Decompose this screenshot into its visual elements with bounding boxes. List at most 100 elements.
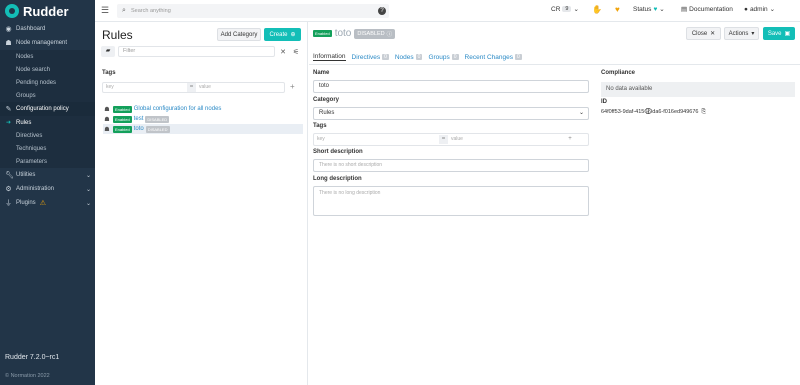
sidebar-item-plugins[interactable]: ⏚ Plugins ⚠ ⌄ [0, 196, 95, 210]
sidebar-sub-directives[interactable]: Directives [0, 129, 95, 142]
tab-recent-changes[interactable]: Recent Changes 0 [465, 54, 522, 61]
sitemap-icon: ☗ [104, 106, 110, 113]
actions-button[interactable]: Actions ▾ [724, 27, 759, 40]
chevron-down-icon: ⌄ [578, 110, 584, 116]
tag-value-input[interactable]: value [196, 83, 284, 92]
category-label: Category [313, 97, 340, 103]
filter-input[interactable]: Filter [118, 46, 275, 57]
id-label: ID [601, 99, 607, 105]
close-label: Close [691, 30, 708, 37]
tree-row[interactable]: ☗ Enabled test DISABLED [103, 114, 303, 124]
sidebar-item-configuration-policy[interactable]: ✎ Configuration policy [0, 102, 95, 116]
save-icon: ▣ [784, 31, 791, 37]
sidebar-item-utilities[interactable]: 🔧︎ Utilities ⌄ [0, 168, 95, 182]
brand[interactable]: Rudder [0, 0, 95, 22]
tab-directives[interactable]: Directives 0 [352, 54, 389, 61]
gear-icon: ⚙ [5, 185, 12, 193]
topbar: ☰ ⌕ Search anything ? CR 9 ⌄ ✋ ♥ Status … [95, 0, 800, 22]
tag-key-input[interactable]: key [314, 135, 439, 144]
tab-label: Directives [351, 53, 381, 61]
sidebar-sub-groups[interactable]: Groups [0, 89, 95, 102]
close-button[interactable]: Close ✕ [686, 27, 721, 40]
status-menu[interactable]: Status ♥︎ ⌄ [633, 5, 665, 14]
info-icon: ⓘ [386, 31, 393, 38]
add-category-button[interactable]: Add Category [217, 28, 261, 41]
tree-row[interactable]: ☗ Enabled toto DISABLED [103, 124, 303, 134]
chevron-down-icon: ⌄ [85, 200, 91, 207]
close-icon: ✕ [710, 31, 716, 37]
rule-detail-panel: Enabled toto DISABLED ⓘ Close ✕ Actions … [309, 22, 800, 385]
category-select[interactable]: Rules ⌄ [313, 107, 589, 120]
sidebar-sub-nodes[interactable]: Nodes [0, 50, 95, 63]
sidebar-item-dashboard[interactable]: ◉ Dashboard [0, 22, 95, 36]
help-icon[interactable]: ? [378, 7, 386, 15]
sidebar-sub-node-search[interactable]: Node search [0, 63, 95, 76]
chevron-down-icon: ⌄ [769, 6, 776, 13]
rule-link[interactable]: Global configuration for all nodes [134, 106, 222, 112]
tab-nodes[interactable]: Nodes 0 [395, 54, 423, 61]
sidebar-sub-techniques[interactable]: Techniques [0, 142, 95, 155]
sidebar-item-administration[interactable]: ⚙ Administration ⌄ [0, 182, 95, 196]
sidebar-item-label: Administration [16, 186, 55, 192]
create-label: Create [269, 31, 288, 38]
search-icon: ⌕ [122, 7, 126, 14]
page-title: Rules [102, 28, 133, 42]
chevron-down-icon: ⌄ [85, 172, 91, 179]
filter-settings-icon[interactable]: ⚟ [291, 48, 301, 56]
documentation-link[interactable]: ▤ Documentation [681, 5, 733, 14]
save-label: Save [767, 30, 782, 37]
rule-id: 64f0ff53-9daf-4156-9da6-f016ed949676 [601, 109, 699, 115]
sidebar-item-label: Plugins [16, 200, 36, 206]
chevron-down-icon: ⌄ [85, 186, 91, 193]
wrench-icon: 🔧︎ [5, 171, 14, 179]
rule-link[interactable]: toto [134, 126, 144, 132]
global-search[interactable]: ⌕ Search anything ? [117, 4, 389, 18]
tab-count: 0 [451, 54, 459, 60]
tab-groups[interactable]: Groups 0 [428, 54, 459, 61]
long-description-field[interactable]: There is no long description [313, 186, 589, 216]
tab-label: Recent Changes [464, 53, 513, 61]
enabled-badge: Enabled [113, 125, 132, 133]
tree-row[interactable]: ☗ Enabled Global configuration for all n… [103, 104, 303, 114]
folder-icon[interactable]: ▰ [101, 46, 115, 57]
plug-icon: ⏚ [5, 199, 12, 207]
hand-warning-icon[interactable]: ✋ [592, 5, 602, 14]
rule-link[interactable]: test [134, 116, 144, 122]
status-label: Status [633, 5, 652, 13]
enabled-badge: Enabled [113, 115, 132, 123]
copy-icon[interactable]: ⎘ [701, 109, 705, 116]
search-input[interactable]: Search anything [131, 8, 171, 14]
change-requests[interactable]: CR 9 ⌄ [551, 5, 579, 14]
sidebar-sub-rules[interactable]: ➜ Rules [0, 116, 95, 129]
disabled-badge: DISABLED [145, 115, 170, 123]
sidebar-sub-parameters[interactable]: Parameters [0, 155, 95, 168]
sidebar-sub-label: Rules [16, 119, 32, 126]
user-menu[interactable]: ● admin ⌄ [744, 5, 776, 14]
name-label: Name [313, 70, 330, 76]
tab-count: 0 [514, 54, 522, 60]
create-button[interactable]: Create ⊕ [264, 28, 301, 41]
rules-panel: Rules Add Category Create ⊕ ▰ Filter ✕ ⚟… [95, 22, 308, 385]
tag-key-input[interactable]: key [103, 83, 187, 92]
tag-value-input[interactable]: value [448, 135, 563, 144]
short-description-field[interactable]: There is no short description [313, 159, 589, 172]
add-tag-icon[interactable]: + [563, 135, 577, 144]
clear-filter-icon[interactable]: ✕ [278, 48, 288, 56]
sidebar-item-label: Utilities [16, 172, 36, 178]
sitemap-icon: ☗ [5, 39, 12, 47]
chevron-down-icon: ⌄ [573, 6, 579, 13]
version-label: Rudder 7.2.0~rc1 [5, 354, 60, 361]
save-button[interactable]: Save ▣ [763, 27, 795, 40]
name-field[interactable]: toto [313, 80, 589, 93]
tags-label: Tags [313, 123, 327, 129]
tab-information[interactable]: Information [313, 53, 346, 61]
sidebar-sub-pending-nodes[interactable]: Pending nodes [0, 76, 95, 89]
rules-tree: ☗ Enabled Global configuration for all n… [103, 104, 303, 134]
add-tag-icon[interactable]: + [290, 82, 295, 91]
heart-warning-icon[interactable]: ♥ [615, 5, 620, 14]
menu-toggle-icon[interactable]: ☰ [95, 5, 115, 16]
divider [309, 64, 800, 65]
sidebar-item-node-management[interactable]: ☗ Node management [0, 36, 95, 50]
equals-icon: = [439, 135, 448, 144]
tab-label: Nodes [394, 53, 414, 61]
